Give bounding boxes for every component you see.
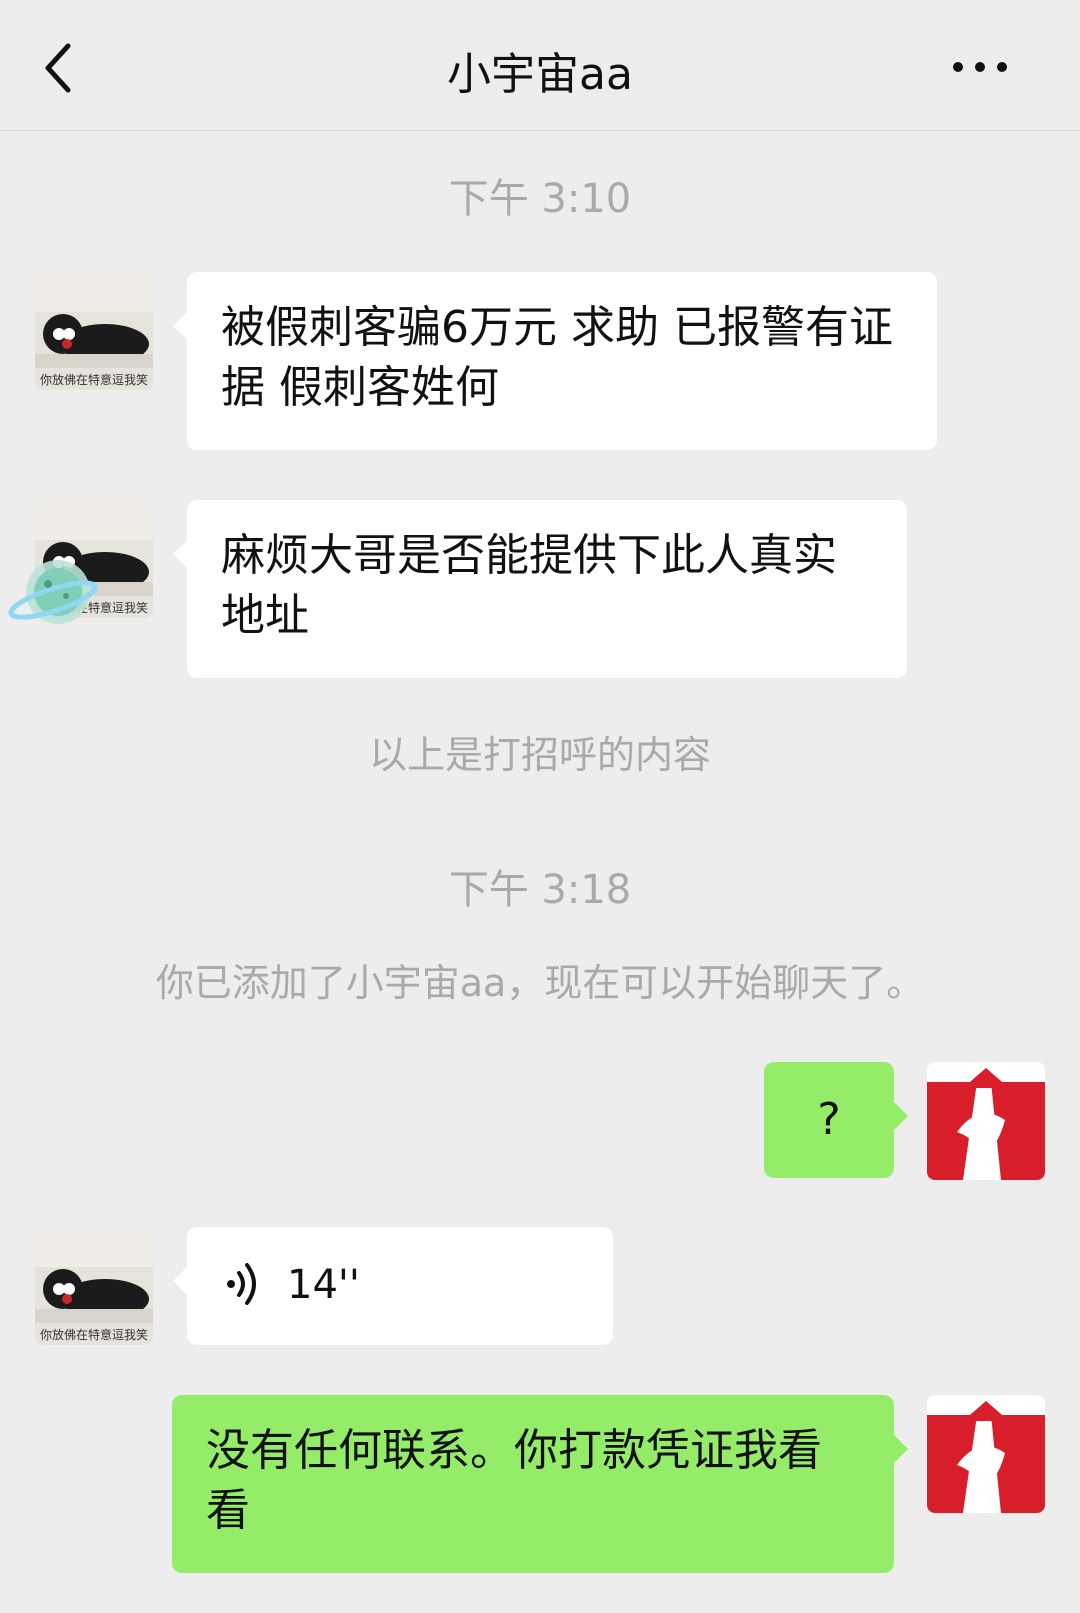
red-logo-avatar-image [927, 1395, 1045, 1513]
voice-wave-icon [227, 1263, 256, 1305]
message-bubble-outgoing[interactable]: ? [764, 1062, 908, 1178]
message-text: 被假刺客骗6万元 求助 已报警有证据 假刺客姓何 [221, 302, 893, 413]
message-bubble-incoming[interactable]: 麻烦大哥是否能提供下此人真实地址 [173, 500, 907, 678]
more-options-button[interactable] [950, 55, 1010, 79]
top-bar: 小宇宙aa [0, 0, 1080, 131]
avatar-caption: 你放佛在特意逗我笑 [39, 1328, 148, 1342]
avatar[interactable] [927, 1062, 1045, 1180]
red-logo-avatar-image [927, 1062, 1045, 1180]
planet-sticker-icon [8, 560, 98, 624]
avatar-caption: 你放佛在特意逗我笑 [39, 373, 148, 387]
avatar[interactable]: 你放佛在特意逗我笑 [35, 272, 153, 390]
voice-message-bubble[interactable]: 14'' [173, 1227, 613, 1345]
voice-duration: 14'' [287, 1262, 360, 1308]
avatar[interactable]: 你放佛在特意逗我笑 [35, 1227, 153, 1345]
message-text: ? [817, 1094, 841, 1145]
message-bubble-incoming[interactable]: 被假刺客骗6万元 求助 已报警有证据 假刺客姓何 [173, 272, 937, 450]
timestamp: 下午 3:10 [448, 176, 632, 222]
message-text: 麻烦大哥是否能提供下此人真实地址 [221, 530, 837, 641]
more-dots-icon [953, 62, 1007, 72]
message-bubble-outgoing[interactable]: 没有任何联系。你打款凭证我看看 [172, 1395, 908, 1573]
chat-title: 小宇宙aa [447, 49, 633, 100]
system-note: 以上是打招呼的内容 [368, 733, 711, 777]
timestamp: 下午 3:18 [448, 867, 632, 913]
avatar[interactable] [927, 1395, 1045, 1513]
message-text: 没有任何联系。你打款凭证我看看 [206, 1425, 822, 1536]
system-note: 你已添加了小宇宙aa，现在可以开始聊天了。 [155, 961, 925, 1005]
